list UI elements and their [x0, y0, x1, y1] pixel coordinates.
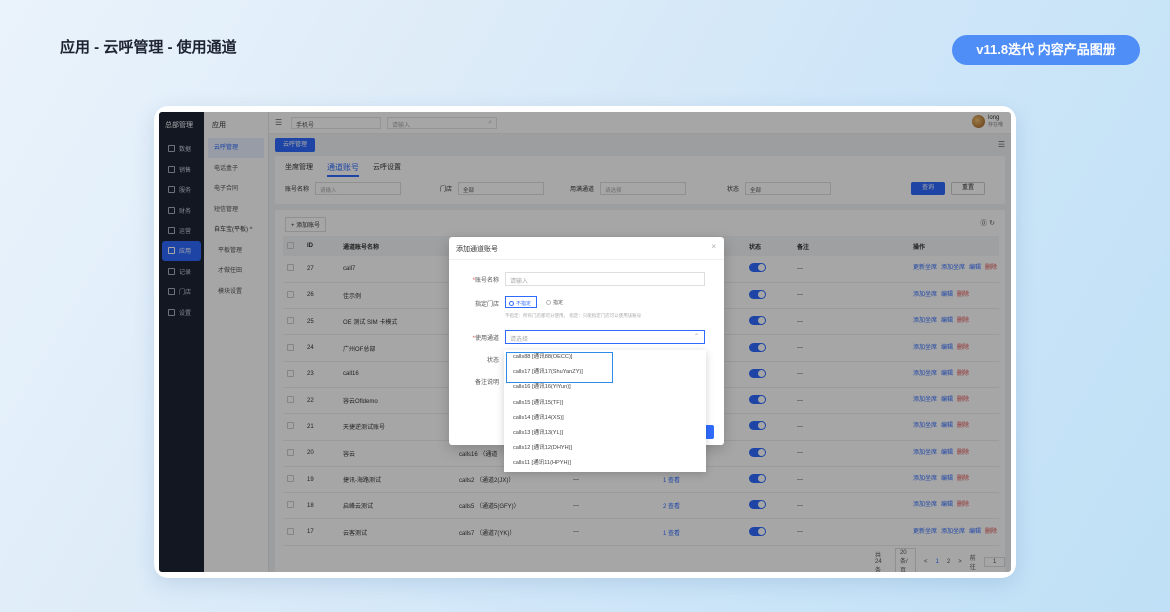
dropdown-option[interactable]: calls11 [通讯11(HPYH)] — [504, 456, 706, 471]
radio-not-specified[interactable]: 不指定 — [505, 296, 537, 308]
app-screen: 总部管理 数据 销售 服务 财务 运营 应用 记录 门店 设置 应用 云呼管理 … — [159, 112, 1011, 572]
channel-dropdown: calls88 [通讯88(OECC)] calls17 [通讯17(ShuYan… — [504, 350, 706, 472]
radio-dot-off — [546, 300, 551, 306]
modal-account-input[interactable]: 请输入 — [505, 272, 705, 286]
version-badge: v11.8迭代 内容产品图册 — [952, 35, 1140, 65]
radio-specified[interactable]: 指定 — [543, 296, 575, 308]
dropdown-option[interactable]: calls15 [通讯15(TF)] — [504, 396, 706, 411]
modal-channel-label: *使用通道 — [472, 336, 499, 342]
modal-account-label: *账号名称 — [472, 278, 499, 284]
store-hint: 不指定：所有门店都可分使用。 指定：只能指定门店可以使用该账号 — [505, 313, 642, 318]
modal-status-label: 状态 — [486, 358, 499, 364]
dropdown-option[interactable]: calls14 [通讯14(XS)] — [504, 411, 706, 426]
radio-dot-on — [509, 301, 514, 307]
dropdown-options: calls88 [通讯88(OECC)] calls17 [通讯17(ShuYan… — [504, 350, 706, 472]
dropdown-option[interactable]: calls88 [通讯88(OECC)] — [504, 350, 706, 365]
modal-remark-label: 备注说明 — [474, 380, 499, 386]
page-title: 应用 - 云呼管理 - 使用通道 — [60, 39, 237, 56]
dropdown-option[interactable]: calls17 [通讯17(ShuYanZY)] — [504, 365, 706, 380]
dropdown-option[interactable]: calls16 [通讯16(YiYun)] — [504, 380, 706, 395]
dropdown-option[interactable]: calls13 [通讯13(YL)] — [504, 426, 706, 441]
modal-channel-select[interactable]: 请选择 ⌃ — [505, 330, 705, 344]
dropdown-option[interactable]: calls12 [通讯12(DHYH)] — [504, 441, 706, 456]
chevron-up-icon: ⌃ — [693, 334, 699, 340]
modal-title: 添加通道账号 — [456, 246, 498, 253]
modal-store-label: 指定门店 — [474, 302, 499, 308]
close-icon[interactable]: × — [711, 242, 716, 251]
modal-divider — [449, 259, 724, 260]
